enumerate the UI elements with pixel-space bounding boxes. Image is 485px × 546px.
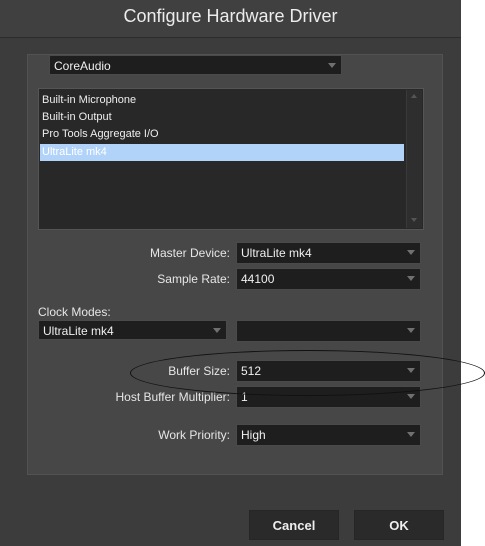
clock-source-select[interactable]: UltraLite mk4: [38, 320, 227, 340]
cancel-button[interactable]: Cancel: [249, 510, 339, 540]
title-bar[interactable]: Configure Hardware Driver: [0, 0, 461, 38]
sample-rate-label: Sample Rate:: [157, 272, 230, 286]
scroll-up-icon[interactable]: [411, 94, 417, 98]
host-buffer-multiplier-label: Host Buffer Multiplier:: [115, 390, 231, 404]
clock-modes-label: Clock Modes:: [38, 305, 111, 319]
master-device-value: UltraLite mk4: [241, 246, 312, 260]
sample-rate-select[interactable]: 44100: [236, 268, 421, 290]
device-list-item[interactable]: Built-in Microphone: [40, 92, 404, 109]
scroll-down-icon[interactable]: [411, 218, 417, 222]
chevron-down-icon: [407, 276, 415, 281]
device-list-item[interactable]: Built-in Output: [40, 109, 404, 126]
clock-mode-select[interactable]: [236, 320, 421, 342]
device-list-item[interactable]: Pro Tools Aggregate I/O: [40, 126, 404, 143]
highlight-ellipse: [130, 350, 485, 396]
ok-button[interactable]: OK: [354, 510, 444, 540]
chevron-down-icon: [407, 394, 415, 399]
driver-select[interactable]: CoreAudio: [49, 55, 342, 75]
driver-select-value: CoreAudio: [54, 59, 111, 73]
work-priority-select[interactable]: High: [236, 424, 421, 446]
master-device-label: Master Device:: [149, 246, 230, 260]
chevron-down-icon: [407, 432, 415, 437]
sample-rate-value: 44100: [241, 272, 275, 286]
chevron-down-icon: [407, 328, 415, 333]
device-list[interactable]: Built-in Microphone Built-in Output Pro …: [38, 88, 424, 230]
device-list-item-selected[interactable]: UltraLite mk4: [40, 144, 404, 161]
configure-hardware-driver-dialog: Configure Hardware Driver CoreAudio Buil…: [0, 0, 461, 546]
chevron-down-icon: [407, 250, 415, 255]
dialog-title: Configure Hardware Driver: [123, 6, 338, 26]
master-device-select[interactable]: UltraLite mk4: [236, 242, 421, 264]
chevron-down-icon: [328, 63, 336, 68]
work-priority-value: High: [241, 428, 266, 442]
chevron-down-icon: [213, 328, 221, 333]
clock-source-value: UltraLite mk4: [43, 324, 114, 338]
work-priority-label: Work Priority:: [158, 428, 230, 442]
device-list-scrollbar[interactable]: [406, 90, 422, 228]
